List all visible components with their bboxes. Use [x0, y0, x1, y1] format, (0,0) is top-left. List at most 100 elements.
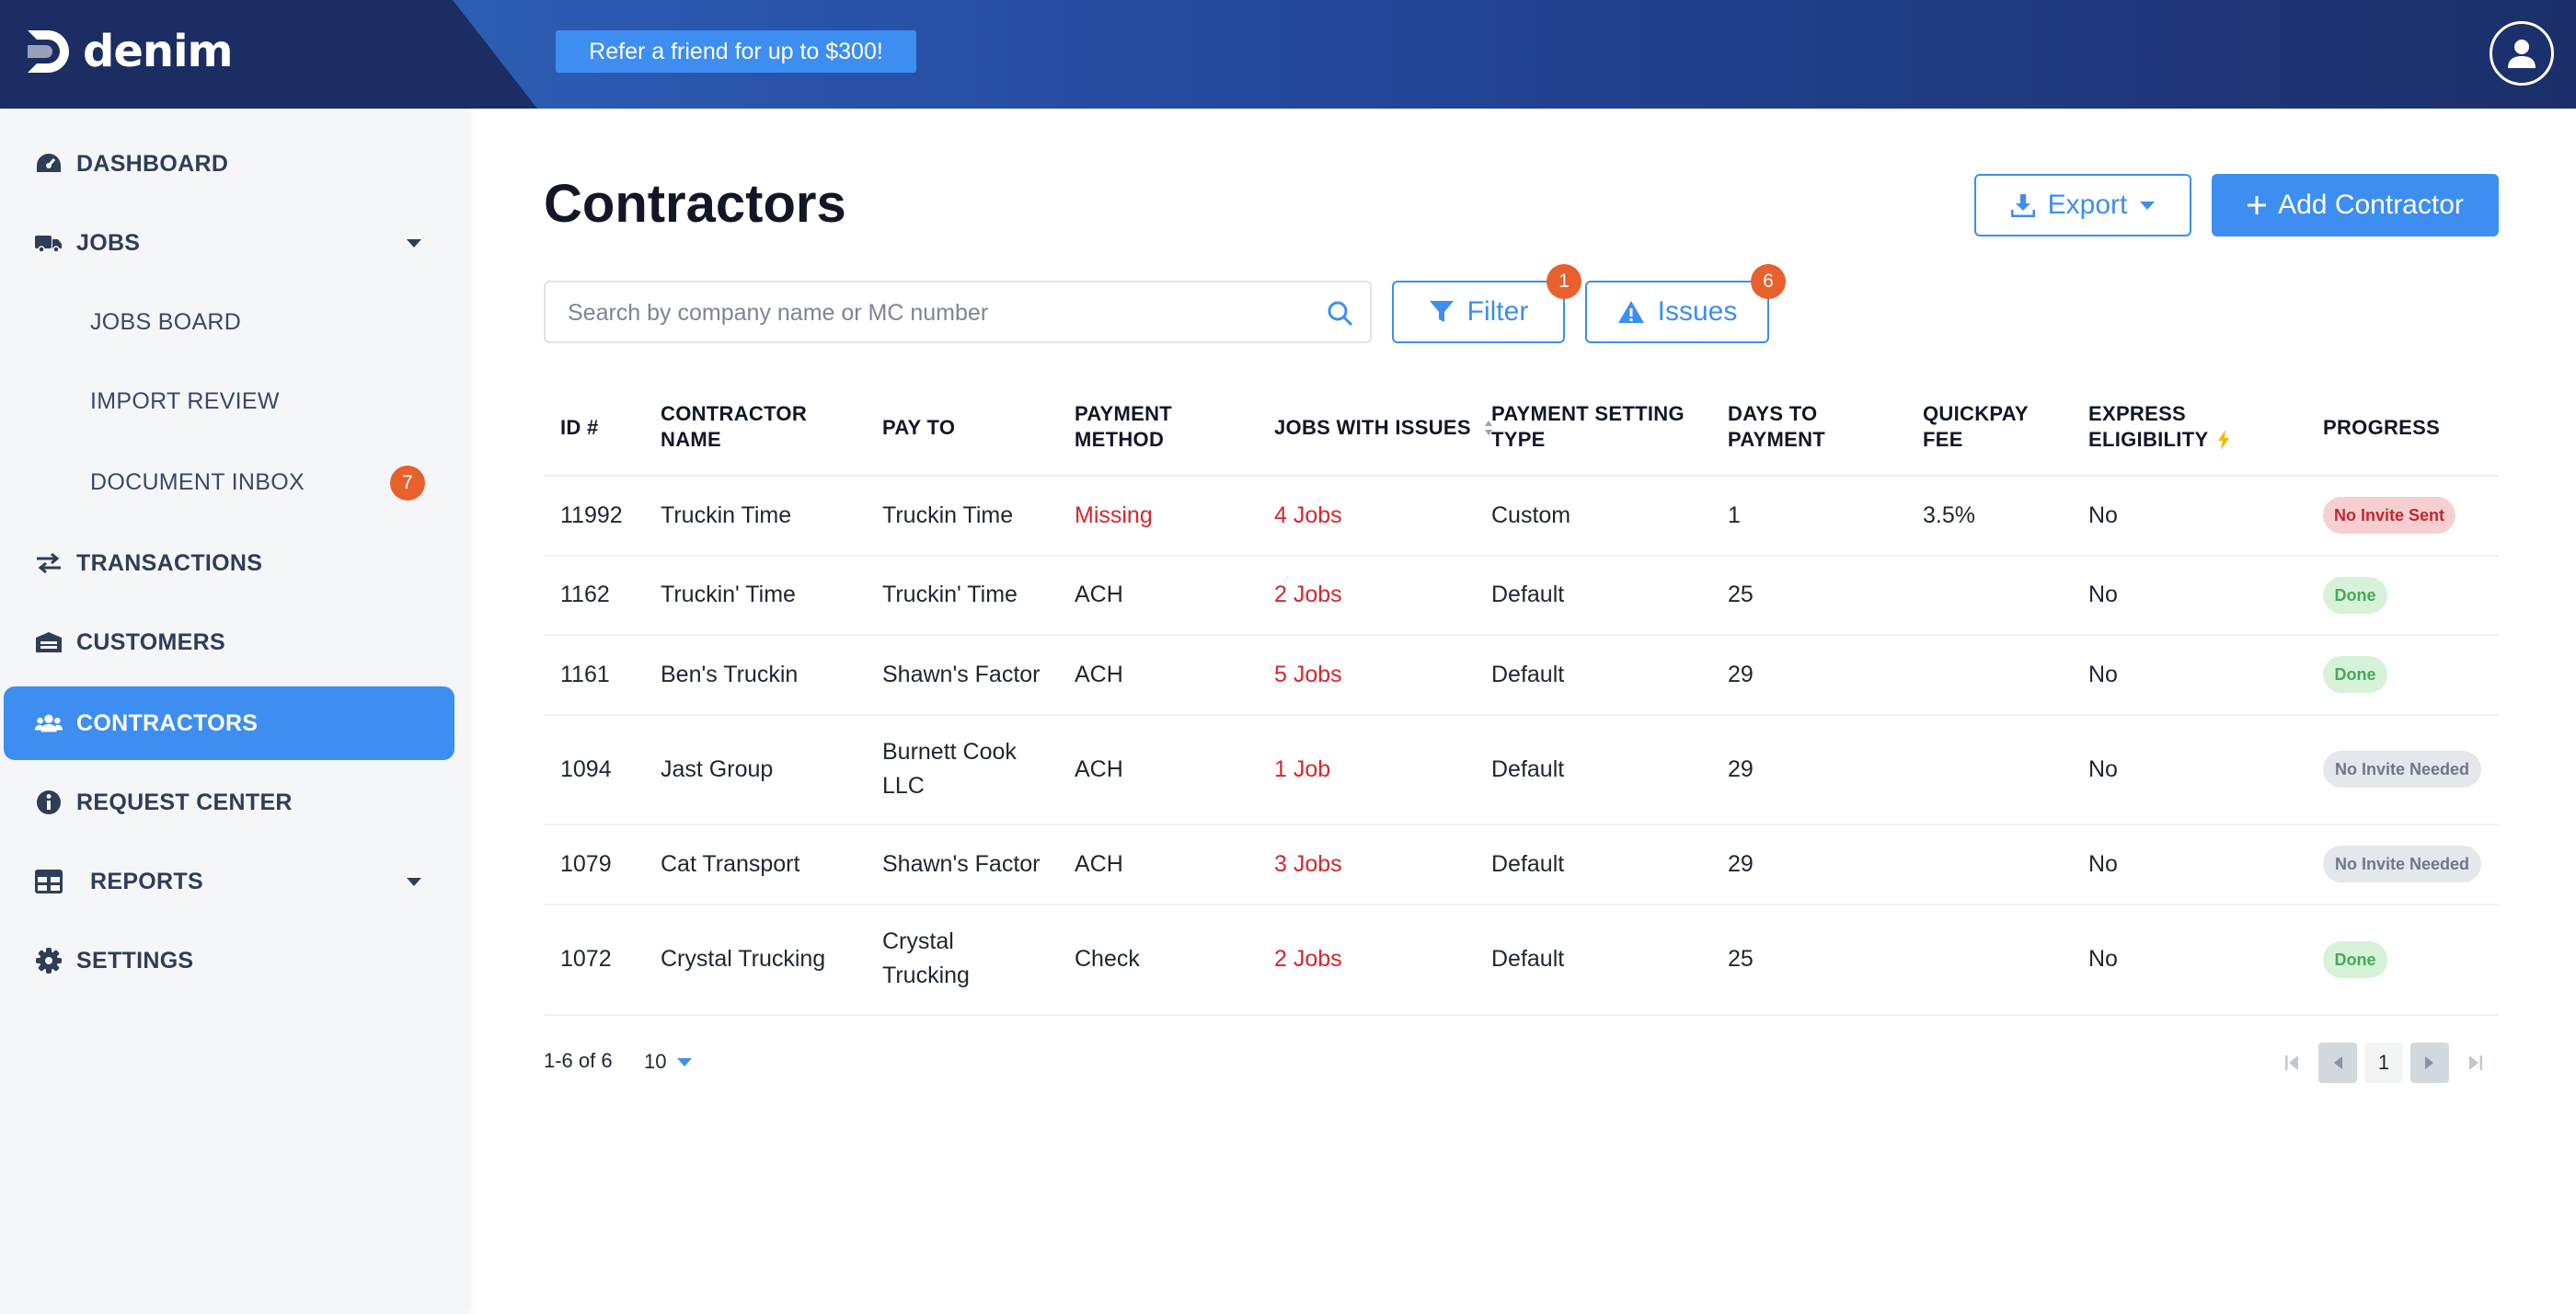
- cell-jobs-with-issues[interactable]: 2 Jobs: [1274, 578, 1342, 612]
- cell-contractor-name[interactable]: Truckin' Time: [661, 578, 796, 612]
- cell-pay-to: Truckin' Time: [882, 582, 1018, 607]
- cell-jobs-with-issues[interactable]: 4 Jobs: [1274, 499, 1342, 533]
- header-line: PAYMENT: [1075, 402, 1173, 425]
- cell-days-to-payment: 1: [1728, 502, 1741, 528]
- cell-line: Crystal: [882, 928, 954, 954]
- header-pay-to[interactable]: PAY TO: [882, 415, 955, 441]
- header-line: PAYMENT: [1728, 428, 1826, 451]
- sidebar-item-label: TRANSACTIONS: [76, 549, 263, 576]
- header-payment-setting-type[interactable]: PAYMENT SETTING TYPE: [1491, 401, 1685, 453]
- top-bar: denim Refer a friend for up to $300!: [0, 0, 2576, 109]
- first-page-button[interactable]: [2272, 1043, 2311, 1083]
- cell-pay-to: Crystal Trucking: [882, 925, 970, 993]
- sidebar-item-label: IMPORT REVIEW: [90, 387, 280, 414]
- sidebar-item-label: SETTINGS: [76, 947, 194, 974]
- cell-contractor-name[interactable]: Ben's Truckin: [661, 658, 798, 692]
- header-line: CONTRACTOR: [661, 402, 808, 425]
- cell-contractor-name[interactable]: Cat Transport: [661, 847, 799, 882]
- chevron-down-icon: [677, 1057, 693, 1066]
- status-badge: Done: [2323, 577, 2387, 614]
- next-page-button[interactable]: [2410, 1043, 2449, 1083]
- header-express-eligibility[interactable]: EXPRESS ELIGIBILITY: [2088, 401, 2230, 453]
- sidebar-item-label: JOBS BOARD: [90, 308, 242, 335]
- add-contractor-button[interactable]: Add Contractor: [2212, 174, 2499, 236]
- sidebar-item-request-center[interactable]: REQUEST CENTER: [4, 766, 454, 839]
- cell-days-to-payment: 29: [1728, 851, 1754, 877]
- filter-icon: [1429, 301, 1454, 322]
- user-avatar-button[interactable]: [2490, 21, 2554, 86]
- sidebar-item-dashboard[interactable]: DASHBOARD: [4, 127, 454, 201]
- chevron-down-icon: [2140, 201, 2156, 210]
- plus-icon: [2248, 196, 2267, 214]
- cell-id: 1161: [560, 662, 610, 687]
- cell-payment-setting: Default: [1491, 582, 1565, 607]
- header-line: FEE: [1923, 428, 1963, 451]
- refer-friend-button[interactable]: Refer a friend for up to $300!: [556, 30, 916, 73]
- header-line: NAME: [661, 428, 721, 451]
- per-page-value: 10: [644, 1050, 667, 1073]
- page-number-button[interactable]: 1: [2364, 1043, 2403, 1083]
- search-icon[interactable]: [1326, 299, 1355, 328]
- cell-id: 1162: [560, 582, 610, 607]
- export-button[interactable]: Export: [1974, 174, 2191, 236]
- cell-payment-method: Missing: [1075, 502, 1153, 528]
- cell-jobs-with-issues[interactable]: 5 Jobs: [1274, 658, 1342, 692]
- cell-contractor-name[interactable]: Truckin Time: [661, 499, 791, 533]
- users-icon: [35, 710, 63, 736]
- cell-contractor-name[interactable]: Jast Group: [661, 753, 773, 787]
- status-badge: Done: [2323, 656, 2387, 693]
- search-box: [544, 281, 1372, 343]
- status-badge: No Invite Needed: [2323, 751, 2481, 788]
- cell-days-to-payment: 29: [1728, 662, 1754, 687]
- previous-page-button[interactable]: [2318, 1043, 2357, 1083]
- sidebar-item-document-inbox[interactable]: DOCUMENT INBOX 7: [4, 445, 454, 519]
- cell-jobs-with-issues[interactable]: 1 Job: [1274, 753, 1330, 787]
- cell-days-to-payment: 25: [1728, 946, 1754, 972]
- last-page-icon: [2469, 1055, 2482, 1070]
- add-contractor-label: Add Contractor: [2278, 190, 2464, 220]
- header-payment-method[interactable]: PAYMENT METHOD: [1075, 401, 1172, 453]
- search-input[interactable]: [568, 295, 1304, 330]
- sidebar-item-settings[interactable]: SETTINGS: [4, 924, 454, 997]
- sidebar-item-label: REQUEST CENTER: [76, 789, 293, 815]
- cell-jobs-with-issues[interactable]: 2 Jobs: [1274, 942, 1342, 976]
- issues-button[interactable]: Issues 6: [1585, 264, 1786, 343]
- sidebar-item-customers[interactable]: CUSTOMERS: [4, 605, 454, 679]
- cell-jobs-with-issues[interactable]: 3 Jobs: [1274, 847, 1342, 882]
- row-divider: [544, 634, 2499, 636]
- header-line: QUICKPAY: [1923, 402, 2029, 425]
- per-page-select[interactable]: 10: [642, 1043, 708, 1080]
- last-page-button[interactable]: [2456, 1043, 2495, 1083]
- warehouse-icon: [35, 629, 63, 655]
- header-contractor-name[interactable]: CONTRACTOR NAME: [661, 401, 807, 453]
- header-id[interactable]: ID #: [560, 415, 599, 441]
- cell-id: 1094: [560, 756, 612, 782]
- filter-button[interactable]: Filter 1: [1392, 264, 1581, 343]
- sidebar-item-jobs-board[interactable]: JOBS BOARD: [4, 285, 454, 359]
- cell-pay-to: Shawn's Factor: [882, 851, 1041, 877]
- sidebar-item-import-review[interactable]: IMPORT REVIEW: [4, 364, 454, 438]
- row-divider: [544, 824, 2499, 825]
- chevron-right-icon: [2425, 1056, 2433, 1069]
- sidebar-item-contractors[interactable]: CONTRACTORS: [4, 686, 454, 760]
- header-days-to-payment[interactable]: DAYS TO PAYMENT: [1728, 401, 1825, 453]
- sidebar-item-reports[interactable]: REPORTS: [4, 845, 454, 918]
- cell-contractor-name[interactable]: Crystal Trucking: [661, 942, 825, 976]
- cell-quickpay-fee: 3.5%: [1923, 502, 1975, 528]
- header-jobs-with-issues[interactable]: JOBS WITH ISSUES: [1274, 415, 1493, 441]
- cell-id: 1072: [560, 946, 612, 972]
- issues-label: Issues: [1657, 296, 1738, 327]
- cell-express-eligibility: No: [2088, 756, 2118, 782]
- denim-logo[interactable]: denim: [24, 26, 234, 77]
- chevron-down-icon: [407, 239, 421, 248]
- sidebar-item-jobs[interactable]: JOBS: [4, 206, 454, 280]
- sidebar-item-transactions[interactable]: TRANSACTIONS: [4, 526, 454, 600]
- header-progress[interactable]: PROGRESS: [2323, 415, 2440, 441]
- row-divider: [544, 714, 2499, 716]
- cell-line: Burnett Cook: [882, 739, 1017, 765]
- filter-count-badge: 1: [1547, 264, 1581, 299]
- row-divider: [544, 475, 2499, 477]
- header-quickpay-fee[interactable]: QUICKPAY FEE: [1923, 401, 2029, 453]
- cell-payment-method: ACH: [1075, 756, 1123, 782]
- chevron-left-icon: [2334, 1056, 2342, 1069]
